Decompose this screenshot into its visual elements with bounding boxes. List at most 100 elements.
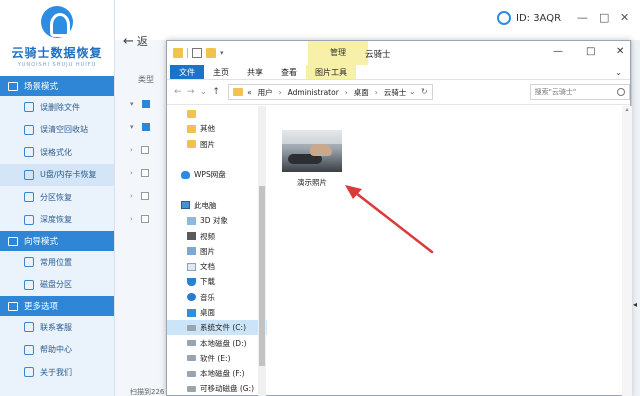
sidebar-item-partition[interactable]: 分区恢复	[0, 186, 114, 209]
nav-pane-item[interactable]: 桌面	[167, 305, 267, 320]
minimize-button[interactable]: —	[553, 46, 563, 57]
tree-checkbox[interactable]	[140, 168, 149, 177]
nav-pane-item[interactable]: 视频	[167, 228, 267, 243]
nav-pane-item[interactable]: 此电脑	[167, 198, 267, 213]
nav-pane-item[interactable]: 图片	[167, 244, 267, 259]
nav-pane-item[interactable]: 图片	[167, 137, 267, 152]
window-title: 云骑士	[365, 50, 391, 60]
scrollbar-thumb[interactable]	[259, 186, 265, 366]
tree-checkbox[interactable]	[140, 214, 149, 223]
nav-pane-item[interactable]: 可移动磁盘 (G:)	[167, 381, 267, 396]
sidebar-item-about[interactable]: 关于我们	[0, 361, 114, 384]
tree-row[interactable]: ›	[130, 161, 166, 184]
tab-picture-tools[interactable]: 图片工具	[306, 65, 356, 79]
tab-share[interactable]: 共享	[238, 65, 272, 79]
file-item-demo-photo[interactable]: 演示照片	[280, 130, 344, 188]
expand-icon[interactable]: ›	[130, 215, 133, 223]
tab-view[interactable]: 查看	[272, 65, 306, 79]
sidebar-item-format[interactable]: 误格式化	[0, 141, 114, 164]
tree-row[interactable]: ›	[130, 138, 166, 161]
nav-pane-item[interactable]: 其他	[167, 121, 267, 136]
expand-icon[interactable]: ▾	[130, 123, 134, 131]
app-close-button[interactable]: ✕	[620, 11, 629, 24]
address-bar[interactable]: « 用户 › Administrator › 桌面 › 云骑士 ⌄ ↻	[228, 84, 433, 100]
expand-icon[interactable]: ›	[130, 169, 133, 177]
up-level-icon[interactable]: ↑	[211, 87, 221, 97]
nav-pane-item[interactable]: 文档	[167, 259, 267, 274]
content-scrollbar[interactable]: ▴	[622, 106, 632, 396]
back-button[interactable]: ← 返	[123, 33, 148, 49]
tree-row[interactable]: ›	[130, 207, 166, 230]
forward-nav-icon[interactable]: →	[186, 87, 196, 97]
sidebar-item-help-center[interactable]: 帮助中心	[0, 339, 114, 362]
nav-pane-item[interactable]: 本地磁盘 (F:)	[167, 366, 267, 381]
search-input[interactable]: 搜索"云骑士"	[529, 84, 630, 100]
nav-pane-item[interactable]: 下载	[167, 274, 267, 289]
breadcrumb-separator[interactable]: ›	[345, 88, 348, 97]
nav-pane-item[interactable]: 3D 对象	[167, 213, 267, 228]
expand-icon[interactable]: ›	[130, 146, 133, 154]
nav-pane-item[interactable]	[167, 182, 267, 197]
breadcrumb-desktop[interactable]: 桌面	[354, 87, 369, 98]
nav-pane-item[interactable]	[167, 152, 267, 167]
nav-pane-item-label: WPS网盘	[194, 170, 226, 180]
manage-context-tab[interactable]: 管理	[308, 41, 368, 65]
properties-icon[interactable]	[192, 48, 202, 58]
nav-pane-item[interactable]: 软件 (E:)	[167, 351, 267, 366]
sidebar-item-deep-recovery[interactable]: 深度恢复	[0, 209, 114, 232]
nav-pane-item-label: 本地磁盘 (F:)	[200, 369, 245, 379]
scan-status-text: 扫描到226	[130, 388, 165, 396]
tree-row[interactable]: ›	[130, 184, 166, 207]
customize-toolbar-icon[interactable]: ▾	[220, 48, 226, 58]
sidebar-item-deleted-files[interactable]: 误删除文件	[0, 96, 114, 119]
drive-icon	[187, 324, 196, 331]
nav-pane-item[interactable]: WPS网盘	[167, 167, 267, 182]
location-icon	[24, 257, 34, 268]
back-nav-icon[interactable]: ←	[173, 87, 183, 97]
sidebar-item-common-locations[interactable]: 常用位置	[0, 251, 114, 274]
tree-checkbox[interactable]	[141, 99, 150, 108]
file-name-label: 演示照片	[297, 178, 327, 187]
tab-home[interactable]: 主页	[204, 65, 238, 79]
sidebar-item-recycle-bin[interactable]: 误清空回收站	[0, 119, 114, 142]
app-maximize-button[interactable]: □	[599, 11, 609, 24]
breadcrumb-users[interactable]: 用户	[258, 87, 273, 98]
tree-row[interactable]: ▾	[130, 92, 166, 115]
sidebar-item-usb-card[interactable]: U盘/内存卡恢复	[0, 163, 114, 186]
tree-row[interactable]: ▾	[130, 115, 166, 138]
app-minimize-button[interactable]: —	[577, 11, 588, 24]
refresh-icon[interactable]: ↻	[421, 87, 428, 96]
recent-locations-icon[interactable]: ⌄	[199, 87, 209, 97]
breadcrumb-separator[interactable]: ›	[279, 88, 282, 97]
toolbar-separator	[187, 48, 188, 58]
nav-pane-item[interactable]	[167, 106, 267, 121]
breadcrumb-separator[interactable]: ›	[375, 88, 378, 97]
tree-checkbox[interactable]	[140, 191, 149, 200]
address-dropdown-icon[interactable]: ⌄	[409, 87, 416, 96]
breadcrumb-administrator[interactable]: Administrator	[288, 88, 339, 97]
section-header-more-options: 更多选项	[0, 296, 114, 316]
sidebar-item-contact-support[interactable]: 联系客服	[0, 316, 114, 339]
navigation-pane-scrollbar[interactable]	[258, 106, 266, 396]
new-folder-icon[interactable]	[206, 48, 216, 58]
user-id-badge: ID: 3AQR	[497, 11, 561, 25]
tree-checkbox[interactable]	[141, 122, 150, 131]
tab-file[interactable]: 文件	[170, 65, 204, 79]
expand-ribbon-icon[interactable]: ⌄	[615, 65, 622, 79]
scroll-up-icon[interactable]: ▴	[622, 106, 632, 113]
drive-icon	[187, 355, 196, 362]
collapse-arrow-icon[interactable]: ◂	[633, 300, 637, 309]
expand-icon[interactable]: ▾	[130, 100, 134, 108]
breadcrumb-overflow[interactable]: «	[247, 88, 252, 97]
nav-pane-item[interactable]: 音乐	[167, 290, 267, 305]
sidebar-item-disk-partition[interactable]: 磁盘分区	[0, 274, 114, 297]
maximize-button[interactable]: □	[586, 46, 595, 57]
breadcrumb-yunqishi[interactable]: 云骑士	[384, 87, 407, 98]
expand-icon[interactable]: ›	[130, 192, 133, 200]
close-button[interactable]: ✕	[616, 46, 624, 57]
nav-pane-item[interactable]: 本地磁盘 (D:)	[167, 335, 267, 350]
app-sidebar: 云骑士数据恢复 YUNQISHI SHUJU HUIFU 场景模式 误删除文件 …	[0, 0, 115, 396]
nav-pane-item[interactable]: 系统文件 (C:)	[167, 320, 267, 336]
tree-checkbox[interactable]	[140, 145, 149, 154]
search-icon	[617, 88, 625, 96]
